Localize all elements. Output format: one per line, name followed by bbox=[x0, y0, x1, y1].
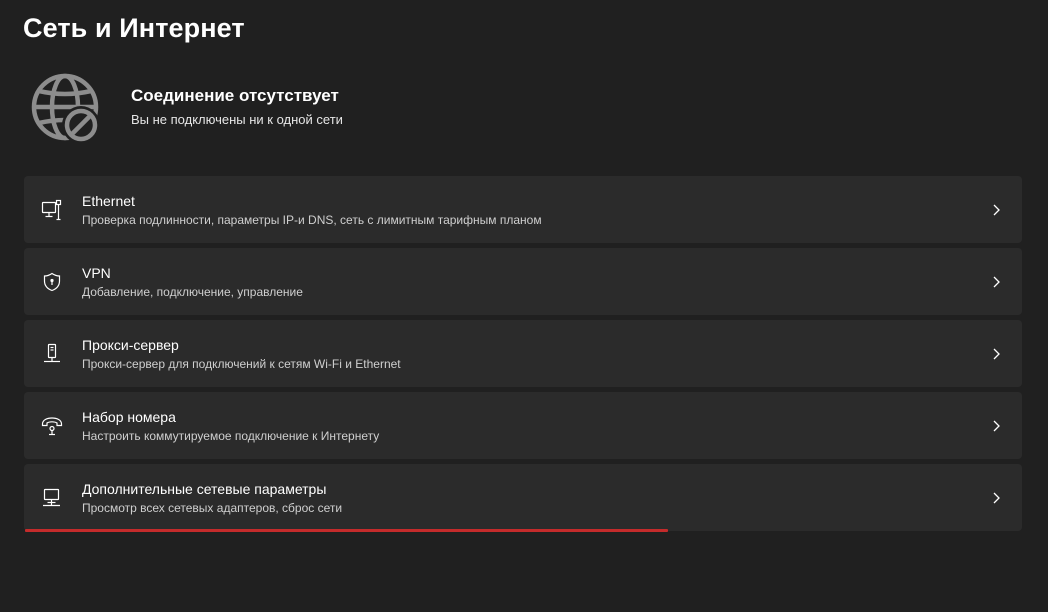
vpn-setting[interactable]: VPN Добавление, подключение, управление bbox=[24, 248, 1022, 315]
ethernet-icon bbox=[40, 198, 64, 222]
globe-no-connection-icon bbox=[31, 73, 100, 144]
proxy-subtitle: Прокси-сервер для подключений к сетям Wi… bbox=[82, 356, 401, 371]
network-adapter-icon bbox=[40, 486, 64, 510]
proxy-icon bbox=[40, 342, 64, 366]
connection-status: Соединение отсутствует Вы не подключены … bbox=[30, 72, 343, 148]
status-subtitle: Вы не подключены ни к одной сети bbox=[131, 111, 343, 127]
vpn-subtitle: Добавление, подключение, управление bbox=[82, 284, 303, 299]
dial-up-phone-icon bbox=[40, 414, 64, 438]
ethernet-subtitle: Проверка подлинности, параметры IP-и DNS… bbox=[82, 212, 542, 227]
chevron-right-icon bbox=[993, 204, 1000, 215]
advanced-network-title: Дополнительные сетевые параметры bbox=[82, 480, 327, 497]
ethernet-setting[interactable]: Ethernet Проверка подлинности, параметры… bbox=[24, 176, 1022, 243]
status-title: Соединение отсутствует bbox=[131, 85, 339, 105]
page-title: Сеть и Интернет bbox=[23, 13, 245, 43]
ethernet-title: Ethernet bbox=[82, 192, 135, 209]
vpn-shield-icon bbox=[40, 270, 64, 294]
vpn-title: VPN bbox=[82, 264, 111, 281]
proxy-title: Прокси-сервер bbox=[82, 336, 179, 353]
proxy-setting[interactable]: Прокси-сервер Прокси-сервер для подключе… bbox=[24, 320, 1022, 387]
advanced-network-setting[interactable]: Дополнительные сетевые параметры Просмот… bbox=[24, 464, 1022, 532]
chevron-right-icon bbox=[993, 492, 1000, 503]
highlight-underline bbox=[25, 529, 668, 532]
chevron-right-icon bbox=[993, 348, 1000, 359]
advanced-network-subtitle: Просмотр всех сетевых адаптеров, сброс с… bbox=[82, 500, 343, 515]
chevron-right-icon bbox=[993, 276, 1000, 287]
settings-list: Ethernet Проверка подлинности, параметры… bbox=[24, 176, 1022, 536]
dial-up-title: Набор номера bbox=[82, 408, 176, 425]
dial-up-setting[interactable]: Набор номера Настроить коммутируемое под… bbox=[24, 392, 1022, 459]
dial-up-subtitle: Настроить коммутируемое подключение к Ин… bbox=[82, 428, 380, 443]
chevron-right-icon bbox=[993, 420, 1000, 431]
